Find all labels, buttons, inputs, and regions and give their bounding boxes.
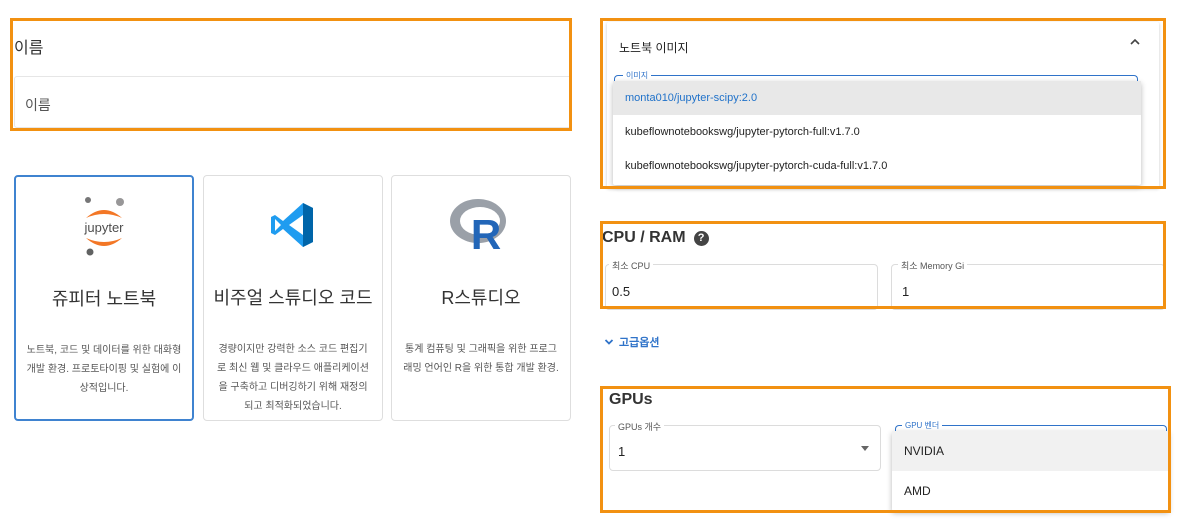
card-description: 노트북, 코드 및 데이터를 위한 대화형 개발 환경. 프로토타이핑 및 실험…: [26, 345, 182, 394]
advanced-options-toggle[interactable]: 고급옵션: [604, 334, 659, 350]
highlight-name-section: [10, 18, 572, 131]
card-description: 통계 컴퓨팅 및 그래픽을 위한 프로그래밍 언어인 R을 위한 통합 개발 환…: [403, 344, 559, 374]
card-title: 비주얼 스튜디오 코드: [213, 288, 373, 308]
card-rstudio[interactable]: R R스튜디오 통계 컴퓨팅 및 그래픽을 위한 프로그래밍 언어인 R을 위한…: [391, 175, 571, 421]
highlight-gpus: [600, 386, 1171, 513]
highlight-notebook-image: [600, 18, 1166, 189]
jupyter-logo-text: jupyter: [83, 220, 124, 235]
card-description: 경량이지만 강력한 소스 코드 편집기로 최신 웹 및 클라우드 애플리케이션을…: [217, 344, 369, 412]
vscode-logo-icon: [204, 192, 382, 258]
r-logo-text: R: [471, 211, 501, 255]
highlight-cpu-ram: [600, 221, 1166, 309]
card-vscode[interactable]: 비주얼 스튜디오 코드 경량이지만 강력한 소스 코드 편집기로 최신 웹 및 …: [203, 175, 383, 421]
card-title: 쥬피터 노트북: [51, 289, 157, 309]
card-title: R스튜디오: [441, 288, 521, 308]
chevron-down-icon: [604, 339, 614, 345]
r-logo-icon: R: [392, 192, 570, 258]
jupyter-logo-icon: jupyter: [16, 193, 192, 259]
advanced-options-label: 고급옵션: [619, 337, 660, 349]
card-jupyter[interactable]: jupyter 쥬피터 노트북 노트북, 코드 및 데이터를 위한 대화형 개발…: [14, 175, 194, 421]
